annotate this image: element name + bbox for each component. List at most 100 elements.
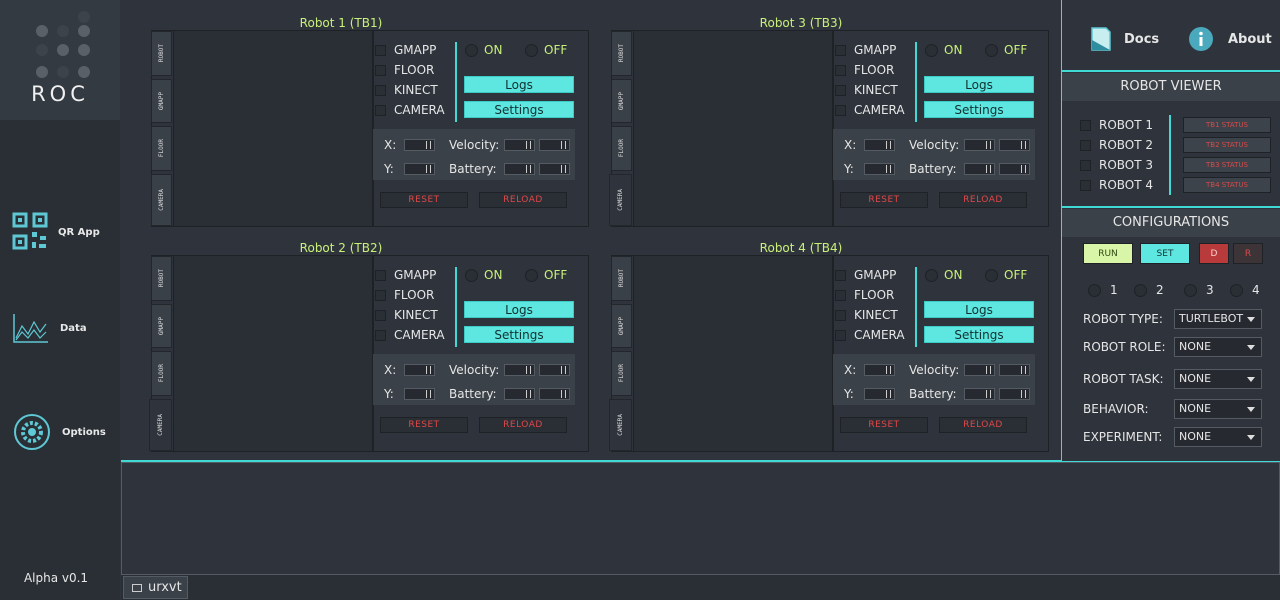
velocity-spinbox[interactable] xyxy=(539,139,570,151)
config-dropdown[interactable]: NONE xyxy=(1174,427,1262,447)
settings-button[interactable]: Settings xyxy=(464,326,574,343)
tab-camera[interactable]: CAMERA xyxy=(609,174,632,226)
battery-spinbox[interactable] xyxy=(999,388,1030,400)
tab-floor[interactable]: FLOOR xyxy=(151,351,172,396)
radio-circle[interactable] xyxy=(465,43,478,57)
checkbox-floor[interactable]: FLOOR xyxy=(375,63,434,77)
checkbox-box[interactable] xyxy=(835,84,846,96)
checkbox-floor[interactable]: FLOOR xyxy=(835,63,894,77)
tab-gmapp[interactable]: GMAPP xyxy=(151,79,172,123)
velocity-spinbox[interactable] xyxy=(504,139,535,151)
settings-button[interactable]: Settings xyxy=(924,101,1034,118)
reset-button[interactable]: RESET xyxy=(380,192,468,208)
config-dropdown[interactable]: NONE xyxy=(1174,399,1262,419)
x-spinbox[interactable] xyxy=(404,139,435,151)
checkbox-camera[interactable]: CAMERA xyxy=(835,103,905,117)
radio-circle[interactable] xyxy=(1134,283,1147,297)
reload-button[interactable]: RELOAD xyxy=(939,192,1027,208)
config-radio-4[interactable]: 4 xyxy=(1230,283,1260,297)
y-spinbox[interactable] xyxy=(404,163,435,175)
reset-button[interactable]: RESET xyxy=(840,417,928,433)
checkbox-box[interactable] xyxy=(1080,139,1091,151)
radio-circle[interactable] xyxy=(1088,283,1101,297)
radio-circle[interactable] xyxy=(465,268,478,282)
config-radio-2[interactable]: 2 xyxy=(1134,283,1164,297)
x-spinbox[interactable] xyxy=(864,364,895,376)
checkbox-camera[interactable]: CAMERA xyxy=(375,103,445,117)
y-spinbox[interactable] xyxy=(864,163,895,175)
checkbox-box[interactable] xyxy=(375,289,386,301)
tab-camera[interactable]: CAMERA xyxy=(609,399,632,451)
velocity-spinbox[interactable] xyxy=(964,364,995,376)
radio-on[interactable]: ON xyxy=(925,268,962,282)
checkbox-gmapp[interactable]: GMAPP xyxy=(375,43,436,57)
tab-robot[interactable]: ROBOT xyxy=(151,31,172,76)
reset-button[interactable]: RESET xyxy=(380,417,468,433)
robot-viewer-row[interactable]: ROBOT 3 xyxy=(1080,158,1153,172)
checkbox-box[interactable] xyxy=(835,104,846,116)
y-spinbox[interactable] xyxy=(864,388,895,400)
logs-button[interactable]: Logs xyxy=(464,76,574,93)
checkbox-kinect[interactable]: KINECT xyxy=(375,83,438,97)
tab-robot[interactable]: ROBOT xyxy=(611,31,632,76)
logs-button[interactable]: Logs xyxy=(924,76,1034,93)
checkbox-box[interactable] xyxy=(375,329,386,341)
settings-button[interactable]: Settings xyxy=(924,326,1034,343)
radio-circle[interactable] xyxy=(525,43,538,57)
x-spinbox[interactable] xyxy=(404,364,435,376)
checkbox-box[interactable] xyxy=(1080,119,1091,131)
d-button[interactable]: D xyxy=(1199,243,1229,264)
velocity-spinbox[interactable] xyxy=(999,364,1030,376)
set-button[interactable]: SET xyxy=(1140,243,1190,264)
radio-circle[interactable] xyxy=(525,268,538,282)
config-radio-3[interactable]: 3 xyxy=(1184,283,1214,297)
r-button[interactable]: R xyxy=(1233,243,1263,264)
radio-off[interactable]: OFF xyxy=(525,268,567,282)
config-dropdown[interactable]: NONE xyxy=(1174,337,1262,357)
radio-off[interactable]: OFF xyxy=(985,268,1027,282)
x-spinbox[interactable] xyxy=(864,139,895,151)
checkbox-gmapp[interactable]: GMAPP xyxy=(835,268,896,282)
tab-floor[interactable]: FLOOR xyxy=(611,351,632,396)
checkbox-gmapp[interactable]: GMAPP xyxy=(375,268,436,282)
radio-circle[interactable] xyxy=(985,43,998,57)
logs-button[interactable]: Logs xyxy=(464,301,574,318)
config-dropdown[interactable]: NONE xyxy=(1174,369,1262,389)
tab-gmapp[interactable]: GMAPP xyxy=(611,304,632,348)
checkbox-kinect[interactable]: KINECT xyxy=(375,308,438,322)
about-button[interactable]: About xyxy=(1188,26,1272,52)
radio-on[interactable]: ON xyxy=(465,43,502,57)
config-dropdown[interactable]: TURTLEBOT xyxy=(1174,309,1262,329)
battery-spinbox[interactable] xyxy=(964,388,995,400)
tab-robot[interactable]: ROBOT xyxy=(611,256,632,301)
checkbox-box[interactable] xyxy=(375,269,386,281)
velocity-spinbox[interactable] xyxy=(999,139,1030,151)
checkbox-gmapp[interactable]: GMAPP xyxy=(835,43,896,57)
battery-spinbox[interactable] xyxy=(504,388,535,400)
radio-off[interactable]: OFF xyxy=(525,43,567,57)
checkbox-box[interactable] xyxy=(835,329,846,341)
logs-button[interactable]: Logs xyxy=(924,301,1034,318)
checkbox-box[interactable] xyxy=(375,309,386,321)
tab-gmapp[interactable]: GMAPP xyxy=(611,79,632,123)
checkbox-camera[interactable]: CAMERA xyxy=(375,328,445,342)
battery-spinbox[interactable] xyxy=(539,163,570,175)
checkbox-box[interactable] xyxy=(835,44,846,56)
y-spinbox[interactable] xyxy=(404,388,435,400)
radio-circle[interactable] xyxy=(985,268,998,282)
checkbox-box[interactable] xyxy=(375,44,386,56)
reload-button[interactable]: RELOAD xyxy=(479,417,567,433)
battery-spinbox[interactable] xyxy=(999,163,1030,175)
radio-circle[interactable] xyxy=(1230,283,1243,297)
checkbox-box[interactable] xyxy=(1080,159,1091,171)
run-button[interactable]: RUN xyxy=(1083,243,1133,264)
robot-viewer-row[interactable]: ROBOT 4 xyxy=(1080,178,1153,192)
terminal-area[interactable] xyxy=(121,462,1280,575)
tab-floor[interactable]: FLOOR xyxy=(611,126,632,171)
checkbox-box[interactable] xyxy=(835,309,846,321)
checkbox-box[interactable] xyxy=(375,64,386,76)
tab-robot[interactable]: ROBOT xyxy=(151,256,172,301)
checkbox-box[interactable] xyxy=(835,64,846,76)
radio-on[interactable]: ON xyxy=(925,43,962,57)
docs-button[interactable]: Docs xyxy=(1090,26,1159,52)
